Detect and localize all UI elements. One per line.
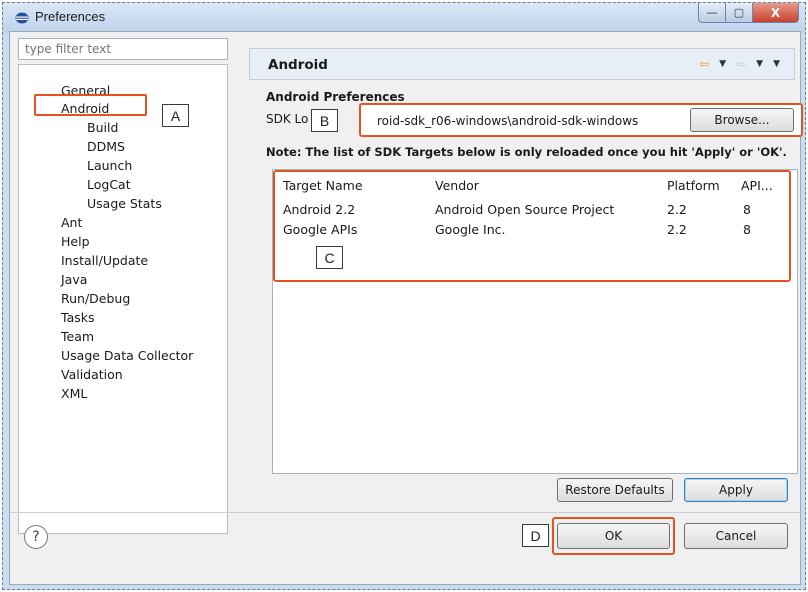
restore-defaults-button[interactable]: Restore Defaults — [557, 478, 673, 502]
tree-item-install-update[interactable]: Install/Update — [61, 253, 148, 269]
tree-item-validation[interactable]: Validation — [61, 367, 123, 383]
callout-b: B — [311, 109, 338, 132]
back-dropdown-icon[interactable]: ▼ — [719, 59, 726, 69]
tree-item-build[interactable]: Build — [87, 120, 118, 136]
sdk-location-input[interactable] — [377, 108, 677, 130]
maximize-button[interactable]: ▢ — [726, 3, 753, 23]
tree-item-usage-data-collector[interactable]: Usage Data Collector — [61, 348, 193, 364]
page-header: Android ⇦ ▼ ⇨ ▼ ▼ — [249, 48, 795, 80]
tree-item-help[interactable]: Help — [61, 234, 90, 250]
footer-separator — [10, 512, 800, 513]
browse-button[interactable]: Browse... — [690, 108, 794, 132]
tree-item-usage-stats[interactable]: Usage Stats — [87, 196, 162, 212]
window-title: Preferences — [35, 9, 106, 24]
history-nav: ⇦ ▼ ⇨ ▼ ▼ — [699, 57, 780, 71]
preferences-tree[interactable]: General Android Build DDMS Launch LogCat… — [18, 64, 228, 534]
tree-item-java[interactable]: Java — [61, 272, 87, 288]
android-highlight-box — [34, 94, 147, 116]
tree-item-ddms[interactable]: DDMS — [87, 139, 125, 155]
back-arrow-icon[interactable]: ⇦ — [699, 57, 709, 71]
help-icon[interactable]: ? — [24, 525, 48, 549]
tree-item-launch[interactable]: Launch — [87, 158, 132, 174]
tree-item-logcat[interactable]: LogCat — [87, 177, 131, 193]
cancel-button[interactable]: Cancel — [684, 523, 788, 549]
preferences-window: Preferences — ▢ X General Android Build … — [2, 2, 806, 590]
view-menu-icon[interactable]: ▼ — [773, 59, 780, 69]
dialog-client-area: General Android Build DDMS Launch LogCat… — [9, 31, 803, 585]
ok-button[interactable]: OK — [557, 523, 670, 549]
forward-arrow-icon[interactable]: ⇨ — [736, 57, 746, 71]
callout-a: A — [162, 104, 189, 127]
tree-item-run-debug[interactable]: Run/Debug — [61, 291, 130, 307]
section-label: Android Preferences — [266, 90, 405, 104]
tree-item-ant[interactable]: Ant — [61, 215, 82, 231]
tree-item-xml[interactable]: XML — [61, 386, 87, 402]
minimize-button[interactable]: — — [698, 3, 726, 23]
filter-input[interactable] — [18, 38, 228, 60]
window-controls: — ▢ X — [698, 3, 799, 23]
tree-item-tasks[interactable]: Tasks — [61, 310, 95, 326]
callout-d: D — [522, 524, 549, 547]
page-title: Android — [268, 57, 328, 73]
sdk-note: Note: The list of SDK Targets below is o… — [266, 145, 787, 159]
apply-button[interactable]: Apply — [684, 478, 788, 502]
eclipse-icon — [15, 12, 29, 24]
tree-item-team[interactable]: Team — [61, 329, 94, 345]
forward-dropdown-icon[interactable]: ▼ — [756, 59, 763, 69]
close-button[interactable]: X — [753, 3, 799, 23]
callout-c: C — [316, 246, 343, 269]
sdk-location-label: SDK Lo — [266, 112, 309, 126]
table-highlight-box — [273, 170, 791, 282]
title-bar: Preferences — ▢ X — [3, 3, 805, 33]
